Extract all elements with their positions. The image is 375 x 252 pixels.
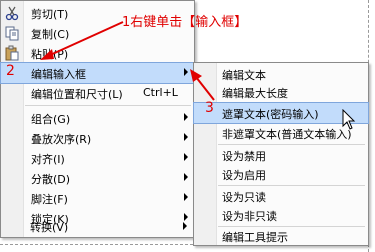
submenu-item-set-disabled[interactable]: 设为禁用 xyxy=(194,145,368,165)
submenu-item-set-enabled[interactable]: 设为启用 xyxy=(194,164,368,184)
menu-separator xyxy=(25,105,191,106)
menu-item-label: 粘贴(P) xyxy=(31,48,69,61)
submenu-item-set-readonly[interactable]: 设为只读 xyxy=(194,186,368,206)
menu-item-edit-position-size[interactable]: 编辑位置和尺寸(L) Ctrl+L xyxy=(1,83,194,103)
menu-item-label: 脚注(F) xyxy=(31,193,68,206)
menu-item-distribute[interactable]: 分散(D) xyxy=(1,168,194,188)
submenu-item-edit-max-length[interactable]: 编辑最大长度 xyxy=(194,82,368,102)
menu-item-label: 设为禁用 xyxy=(222,150,266,163)
submenu-arrow-icon xyxy=(184,173,188,181)
submenu-item-edit-text[interactable]: 编辑文本 xyxy=(194,64,368,84)
menu-item-label: 分散(D) xyxy=(31,173,71,186)
context-menu: 剪切(T) 复制(C) 粘贴(P) 编辑输入框 编辑位置和尺寸(L) Ctrl+… xyxy=(0,0,195,238)
menu-item-label: 编辑工具提示 xyxy=(222,231,288,244)
menu-item-label: 对齐(I) xyxy=(31,153,65,166)
submenu-arrow-icon xyxy=(184,113,188,121)
menu-item-align[interactable]: 对齐(I) xyxy=(1,148,194,168)
paste-icon xyxy=(5,45,19,61)
annotation-step-2: 2 xyxy=(6,63,15,79)
annotation-step-3: 3 xyxy=(205,100,214,116)
menu-item-label: 叠放次序(R) xyxy=(31,133,92,146)
menu-item-label: 编辑输入框 xyxy=(31,68,86,81)
menu-item-label: 编辑文本 xyxy=(222,69,266,82)
menu-item-stacking-order[interactable]: 叠放次序(R) xyxy=(1,128,194,148)
submenu-item-set-not-readonly[interactable]: 设为非只读 xyxy=(194,205,368,225)
scissors-icon xyxy=(5,6,19,21)
submenu-arrow-icon xyxy=(184,68,188,76)
menu-item-label: 编辑最大长度 xyxy=(222,87,288,100)
edit-input-box-submenu: 编辑文本 编辑最大长度 遮罩文本(密码输入) 非遮罩文本(普通文本输入) 设为禁… xyxy=(193,62,369,246)
submenu-item-edit-tooltip[interactable]: 编辑工具提示 xyxy=(194,226,368,246)
menu-item-edit-input-box[interactable]: 编辑输入框 xyxy=(0,62,195,84)
menu-item-label: 转换(V) xyxy=(30,221,69,234)
submenu-arrow-icon xyxy=(184,133,188,141)
submenu-arrow-icon xyxy=(184,193,188,201)
submenu-arrow-icon xyxy=(183,222,187,230)
menu-item-label: 遮罩文本(密码输入) xyxy=(222,108,319,121)
menu-item-shortcut: Ctrl+L xyxy=(143,86,178,99)
menu-item-label: 组合(G) xyxy=(31,113,71,126)
menu-item-footnote[interactable]: 脚注(F) xyxy=(1,188,194,208)
menu-item-label: 设为启用 xyxy=(222,169,266,182)
annotation-step-1: 1右键单击【输入框】 xyxy=(122,15,248,30)
copy-icon xyxy=(5,26,19,41)
submenu-arrow-icon xyxy=(184,213,188,221)
menu-item-label: 剪切(T) xyxy=(31,8,69,21)
submenu-arrow-icon xyxy=(184,153,188,161)
menu-item-label: 非遮罩文本(普通文本输入) xyxy=(222,128,352,141)
menu-item-group[interactable]: 组合(G) xyxy=(1,108,194,128)
menu-item-label: 复制(C) xyxy=(31,28,70,41)
menu-item-paste[interactable]: 粘贴(P) xyxy=(1,43,194,63)
mouse-pointer-icon xyxy=(342,109,356,130)
menu-item-label: 编辑位置和尺寸(L) xyxy=(31,88,123,101)
menu-item-label: 设为只读 xyxy=(222,191,266,204)
menu-item-label: 设为非只读 xyxy=(222,210,277,223)
